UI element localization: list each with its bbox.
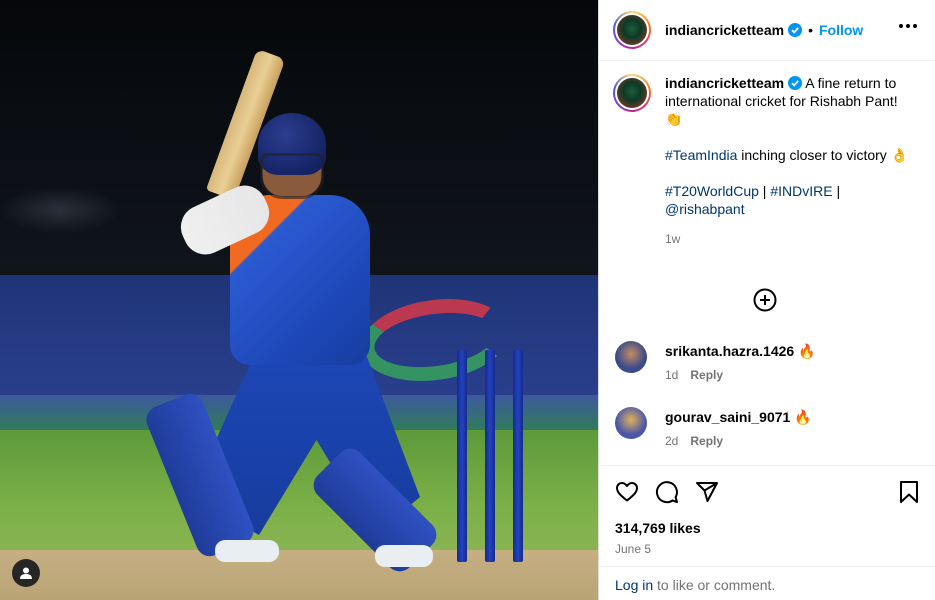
more-icon[interactable] — [899, 24, 917, 28]
post-sidebar: indiancricketteam • Follow indiancricket… — [598, 0, 935, 600]
tag-separator: | — [758, 183, 771, 199]
hashtag-link[interactable]: #INDvIRE — [770, 183, 832, 199]
follow-button[interactable]: Follow — [819, 22, 863, 38]
avatar[interactable] — [613, 11, 651, 49]
caption: indiancricketteam A fine return to inter… — [613, 74, 923, 248]
add-circle-icon[interactable] — [753, 288, 777, 312]
comment-avatar[interactable] — [615, 341, 647, 373]
post-date[interactable]: June 5 — [615, 542, 651, 556]
caption-avatar[interactable] — [613, 74, 651, 112]
comment-avatar[interactable] — [615, 407, 647, 439]
tag-separator: | — [832, 183, 841, 199]
caption-line2: inching closer to victory 👌 — [737, 147, 909, 163]
reply-button[interactable]: Reply — [690, 368, 723, 382]
comment-text: 🔥 — [798, 343, 816, 359]
comment-item: gourav_saini_9071 🔥 2d Reply — [615, 407, 925, 448]
comment-username[interactable]: srikanta.hazra.1426 — [665, 343, 794, 359]
comment-username[interactable]: gourav_saini_9071 — [665, 409, 790, 425]
comment-text: 🔥 — [794, 409, 812, 425]
user-tag-icon — [20, 567, 32, 579]
login-prompt: Log in to like or comment. — [599, 566, 935, 600]
helmet-grille — [260, 153, 324, 199]
user-tag-button[interactable] — [12, 559, 40, 587]
caption-text: indiancricketteam A fine return to inter… — [665, 74, 915, 248]
login-link[interactable]: Log in — [615, 577, 653, 593]
comment-time[interactable]: 2d — [665, 434, 678, 448]
bookmark-icon[interactable] — [897, 480, 921, 504]
header-username[interactable]: indiancricketteam — [665, 22, 784, 38]
stump — [457, 350, 467, 562]
mention-link[interactable]: @rishabpant — [665, 201, 745, 217]
shoe — [215, 540, 279, 562]
separator-dot: • — [808, 22, 813, 38]
hashtag-link[interactable]: #T20WorldCup — [665, 183, 759, 199]
action-bar: 314,769 likes June 5 Log in to like or c… — [599, 465, 935, 600]
share-icon[interactable] — [695, 480, 719, 504]
post-header: indiancricketteam • Follow — [599, 0, 935, 61]
heart-icon[interactable] — [615, 480, 639, 504]
caption-timestamp[interactable]: 1w — [665, 230, 915, 248]
like-count[interactable]: 314,769 likes — [615, 520, 701, 536]
shoe — [375, 545, 433, 567]
action-icons — [615, 480, 921, 506]
caption-username[interactable]: indiancricketteam — [665, 75, 784, 91]
hashtag-link[interactable]: #TeamIndia — [665, 147, 737, 163]
stump — [513, 350, 523, 562]
verified-icon — [788, 76, 803, 90]
post-container: indiancricketteam • Follow indiancricket… — [0, 0, 935, 600]
comment-icon[interactable] — [655, 480, 679, 504]
verified-icon — [788, 23, 803, 37]
comment-item: srikanta.hazra.1426 🔥 1d Reply — [615, 341, 925, 382]
post-photo[interactable] — [0, 0, 598, 600]
reply-button[interactable]: Reply — [690, 434, 723, 448]
stump — [485, 350, 495, 562]
comment-time[interactable]: 1d — [665, 368, 678, 382]
login-text: to like or comment. — [653, 577, 776, 593]
player-figure — [142, 45, 443, 578]
